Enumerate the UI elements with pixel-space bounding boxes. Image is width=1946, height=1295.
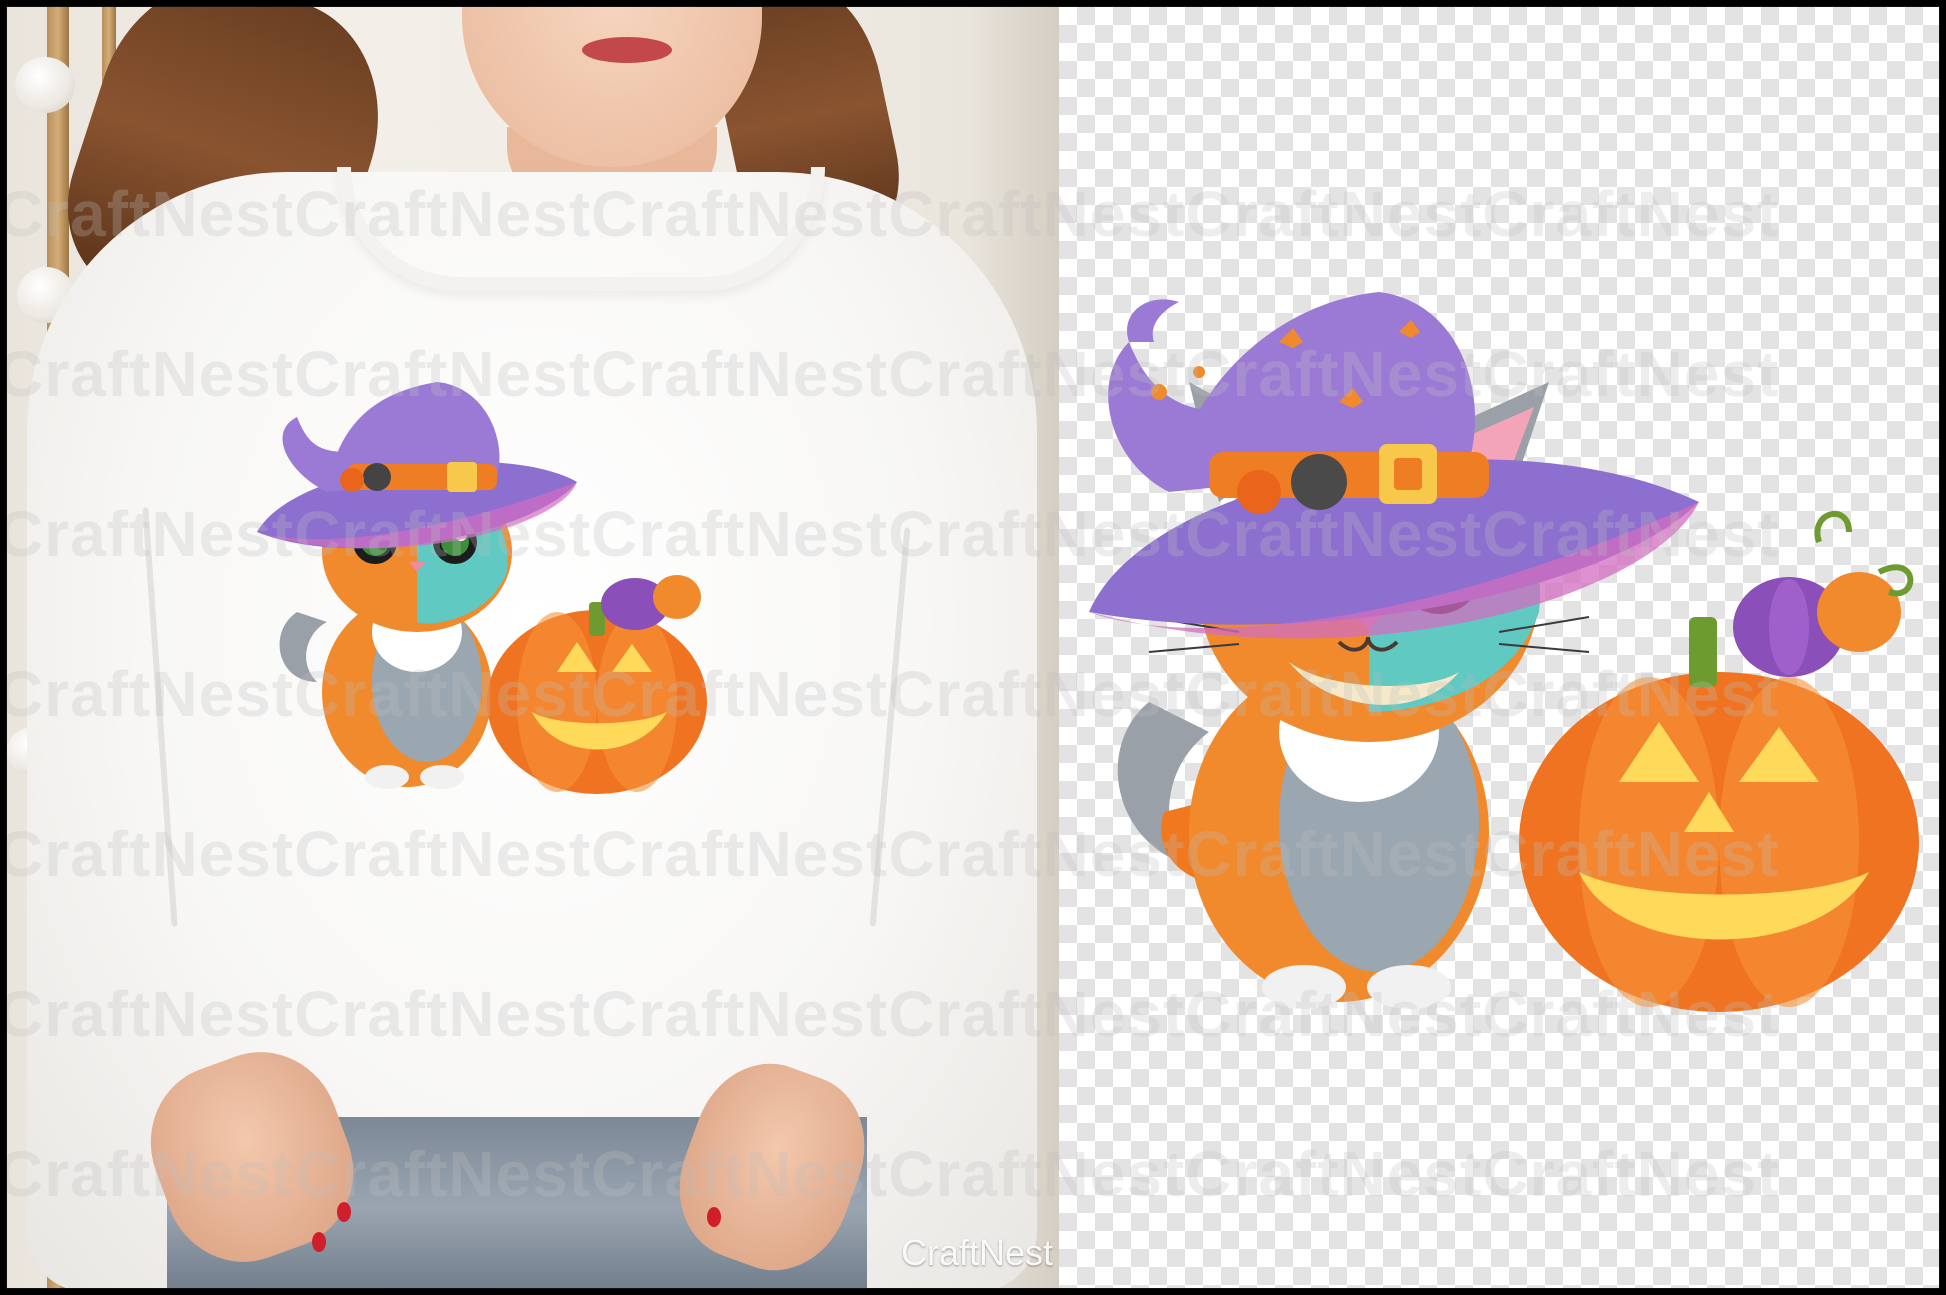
- brand-watermark-label: CraftNest: [900, 1232, 1053, 1273]
- lips: [582, 37, 672, 63]
- sweatshirt-collar: [337, 167, 825, 291]
- kitten-pumpkin-print: [257, 382, 707, 794]
- mockup-photo: CraftNest: [7, 7, 1059, 1288]
- red-nail: [312, 1232, 326, 1252]
- kitten-pumpkin-design: [1089, 292, 1919, 1012]
- image-frame: CraftNest CraftNestCraftNestCraftNestCra…: [6, 6, 1940, 1289]
- red-nail: [707, 1207, 721, 1227]
- cotton-ball: [15, 57, 75, 113]
- transparent-preview: [1059, 7, 1939, 1288]
- red-nail: [337, 1202, 351, 1222]
